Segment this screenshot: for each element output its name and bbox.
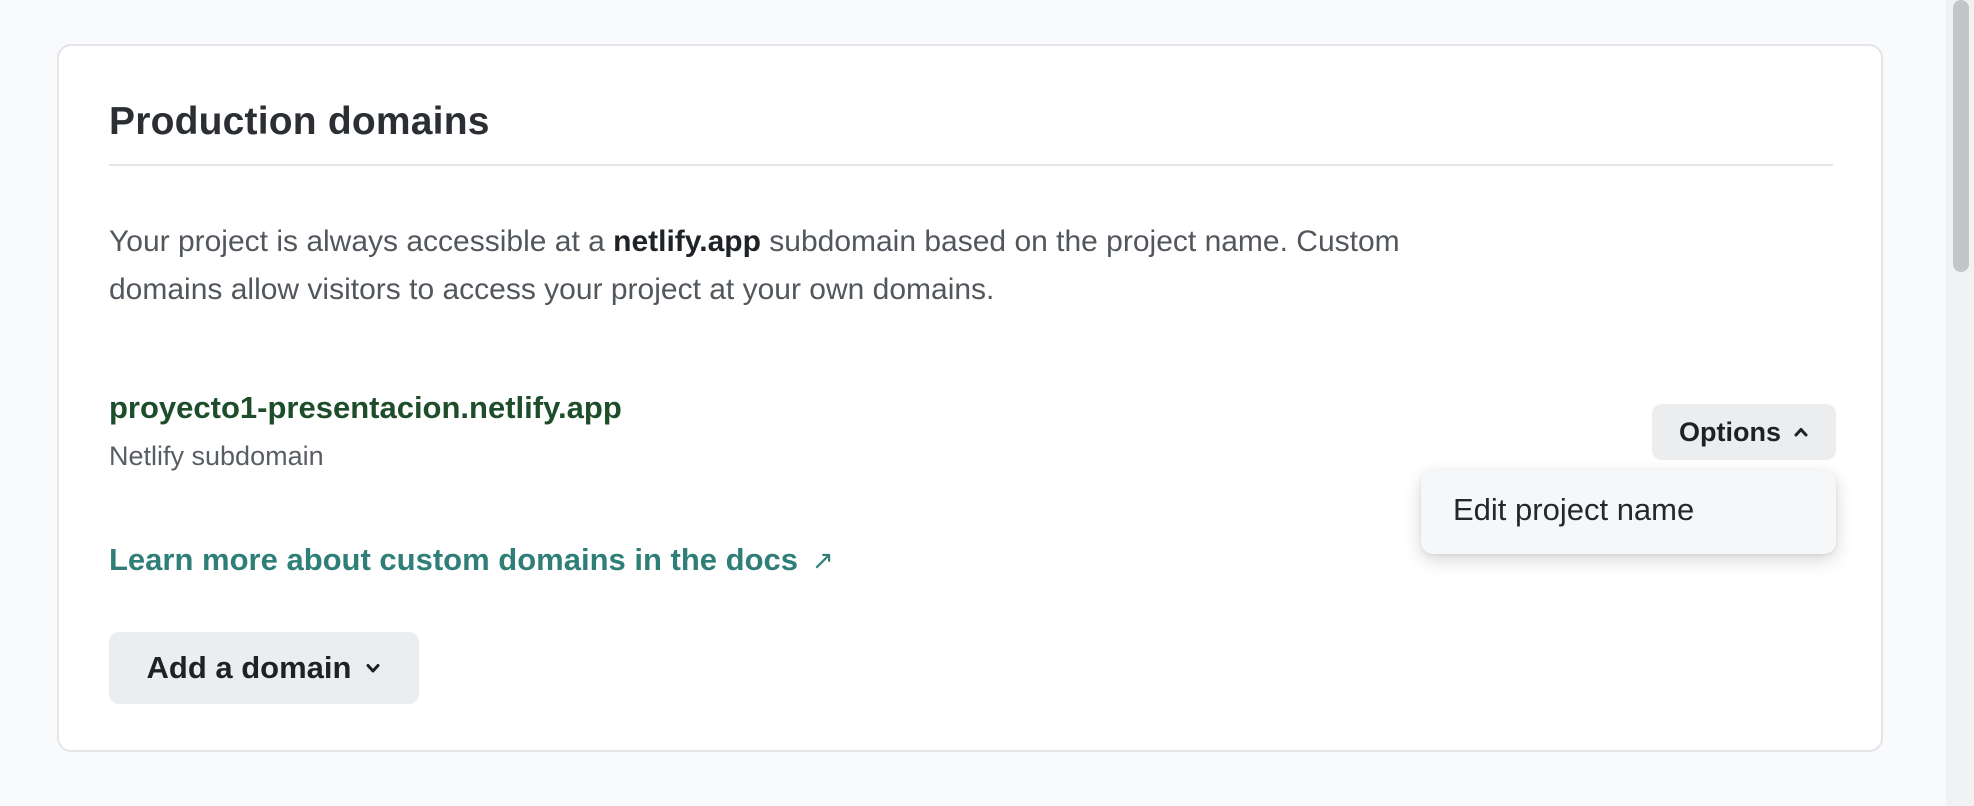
card-description: Your project is always accessible at a n…	[109, 218, 1509, 314]
production-domains-card: Production domains Your project is alway…	[57, 44, 1883, 752]
vertical-scrollbar[interactable]	[1946, 0, 1974, 806]
domain-type-label: Netlify subdomain	[109, 441, 324, 471]
description-prefix: Your project is always accessible at a	[109, 225, 614, 258]
custom-domains-docs-link[interactable]: Learn more about custom domains in the d…	[109, 542, 834, 578]
options-button[interactable]: Options	[1652, 404, 1836, 460]
description-bold: netlify.app	[613, 225, 761, 258]
options-label: Options	[1679, 416, 1781, 447]
scrollbar-thumb[interactable]	[1953, 0, 1969, 272]
card-title: Production domains	[109, 100, 490, 143]
divider	[109, 164, 1833, 166]
options-dropdown-menu: Edit project name	[1421, 470, 1836, 554]
domain-name: proyecto1-presentacion.netlify.app	[109, 390, 622, 425]
menu-item-edit-project-name[interactable]: Edit project name	[1453, 492, 1694, 528]
docs-link-label: Learn more about custom domains in the d…	[109, 542, 798, 577]
external-link-icon: ↗	[812, 544, 834, 575]
chevron-up-icon	[1794, 428, 1808, 437]
add-domain-label: Add a domain	[146, 650, 352, 685]
add-domain-button[interactable]: Add a domain	[109, 632, 419, 704]
chevron-down-icon	[366, 664, 380, 673]
page: Production domains Your project is alway…	[0, 0, 1974, 806]
